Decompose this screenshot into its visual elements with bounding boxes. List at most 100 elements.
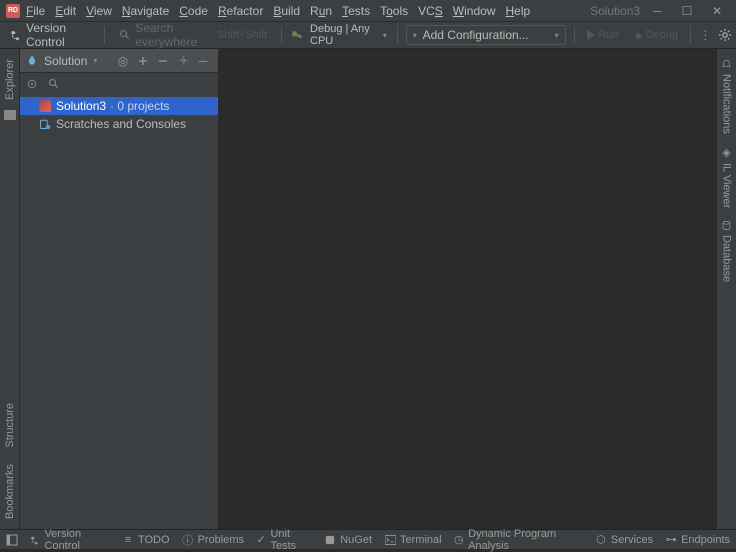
status-version-control[interactable]: Version Control xyxy=(30,528,110,552)
debug-button[interactable]: Debug xyxy=(629,29,682,41)
bookmarks-tab[interactable]: Bookmarks xyxy=(4,464,16,519)
status-problems[interactable]: ⓘ Problems xyxy=(182,534,244,546)
status-problems-label: Problems xyxy=(198,534,244,546)
dropdown-arrow-icon: ▾ xyxy=(555,31,559,40)
status-terminal-label: Terminal xyxy=(400,534,442,546)
status-unit-tests[interactable]: ✓ Unit Tests xyxy=(256,528,312,552)
status-dpa-label: Dynamic Program Analysis xyxy=(468,528,583,552)
titlebar: RD File Edit View Navigate Code Refactor… xyxy=(0,0,736,22)
settings-icon[interactable] xyxy=(718,27,732,43)
analysis-icon: ◷ xyxy=(454,534,464,546)
search-everywhere[interactable]: Search everywhere Shift+Shift xyxy=(113,21,273,49)
menu-window[interactable]: Window xyxy=(453,4,496,18)
scratches-icon xyxy=(38,117,52,131)
chevron-down-icon: ▾ xyxy=(413,31,417,40)
database-icon xyxy=(721,220,732,231)
explorer-tab[interactable]: Explorer xyxy=(4,59,16,100)
minimize-button[interactable]: ─ xyxy=(650,4,664,18)
explorer-subtoolbar xyxy=(20,73,218,95)
folder-icon[interactable] xyxy=(4,110,16,120)
status-vc-label: Version Control xyxy=(44,528,110,552)
hide-panel-icon[interactable]: ─ xyxy=(194,52,212,70)
locate-icon[interactable]: ◎ xyxy=(114,52,132,70)
maximize-button[interactable]: ☐ xyxy=(680,4,694,18)
il-viewer-tab[interactable]: ◈ IL Viewer xyxy=(720,146,733,208)
status-services-label: Services xyxy=(611,534,653,546)
menu-run[interactable]: Run xyxy=(310,4,332,18)
search-icon xyxy=(119,29,131,41)
database-label: Database xyxy=(721,235,733,282)
more-icon[interactable]: ⋮ xyxy=(699,27,712,43)
explorer-panel: Solution ▾ ◎ ─ xyxy=(20,49,219,529)
menu-tests[interactable]: Tests xyxy=(342,4,370,18)
main-area: Explorer Structure Bookmarks Solution ▾ … xyxy=(0,49,736,529)
terminal-icon xyxy=(384,534,396,546)
run-config-label: Add Configuration... xyxy=(423,28,529,42)
il-viewer-label: IL Viewer xyxy=(721,163,733,208)
close-button[interactable]: ✕ xyxy=(710,4,724,18)
status-endpoints[interactable]: ⊶ Endpoints xyxy=(665,534,730,546)
solution-tree: Solution3 · 0 projects Scratches and Con… xyxy=(20,95,218,529)
status-services[interactable]: ⬡ Services xyxy=(595,534,653,546)
version-control-button[interactable]: Version Control xyxy=(4,21,96,49)
info-icon: ⓘ xyxy=(182,534,194,546)
run-button[interactable]: Run xyxy=(582,29,622,41)
bug-icon xyxy=(633,30,644,41)
collapse-all-icon[interactable] xyxy=(154,52,172,70)
menu-edit[interactable]: Edit xyxy=(55,4,76,18)
branch-icon xyxy=(10,29,22,41)
bell-icon xyxy=(721,59,732,70)
status-nuget[interactable]: NuGet xyxy=(324,534,372,546)
build-icon[interactable] xyxy=(288,25,307,45)
search-placeholder: Search everywhere xyxy=(135,21,213,49)
solution-node[interactable]: Solution3 · 0 projects xyxy=(20,97,218,115)
left-tool-rail: Explorer Structure Bookmarks xyxy=(0,49,20,529)
editor-area xyxy=(219,49,716,529)
solution-project-count: · 0 projects xyxy=(110,99,169,113)
menu-build[interactable]: Build xyxy=(273,4,300,18)
run-config-selector[interactable]: ▾ Add Configuration... ▾ xyxy=(406,25,566,45)
menu-navigate[interactable]: Navigate xyxy=(122,4,169,18)
status-endpoints-label: Endpoints xyxy=(681,534,730,546)
explorer-header: Solution ▾ ◎ ─ xyxy=(20,49,218,73)
status-dpa[interactable]: ◷ Dynamic Program Analysis xyxy=(454,528,583,552)
menu-view[interactable]: View xyxy=(86,4,112,18)
separator xyxy=(574,26,575,44)
solution-file-icon xyxy=(38,99,52,113)
status-todo-label: TODO xyxy=(138,534,170,546)
separator xyxy=(281,26,282,44)
il-icon: ◈ xyxy=(720,146,733,159)
status-todo[interactable]: ≡ TODO xyxy=(122,534,170,546)
solution-config-selector[interactable]: Debug | Any CPU ▾ xyxy=(310,23,389,47)
menu-vcs[interactable]: VCS xyxy=(418,4,443,18)
branch-icon xyxy=(30,534,40,546)
main-toolbar: Version Control Search everywhere Shift+… xyxy=(0,22,736,49)
menu-refactor[interactable]: Refactor xyxy=(218,4,263,18)
database-tab[interactable]: Database xyxy=(721,220,733,282)
chevron-down-icon: ▾ xyxy=(93,56,97,65)
chevron-down-icon: ▾ xyxy=(383,31,387,40)
sync-icon[interactable] xyxy=(26,78,38,90)
status-terminal[interactable]: Terminal xyxy=(384,534,442,546)
notifications-tab[interactable]: Notifications xyxy=(721,59,733,134)
app-icon: RD xyxy=(6,4,20,18)
separator xyxy=(104,26,105,44)
main-menu: File Edit View Navigate Code Refactor Bu… xyxy=(26,4,530,18)
solution-config-label: Debug | Any CPU xyxy=(310,23,379,47)
play-icon xyxy=(586,30,596,40)
test-icon: ✓ xyxy=(256,534,266,546)
explorer-title[interactable]: Solution ▾ xyxy=(44,54,99,68)
explorer-title-text: Solution xyxy=(44,54,87,68)
toolwindow-toggle-icon[interactable] xyxy=(6,534,18,546)
panel-settings-icon[interactable] xyxy=(174,52,192,70)
scratches-label: Scratches and Consoles xyxy=(56,117,186,131)
scratches-node[interactable]: Scratches and Consoles xyxy=(20,115,218,133)
search-icon[interactable] xyxy=(48,78,60,90)
menu-code[interactable]: Code xyxy=(179,4,208,18)
expand-all-icon[interactable] xyxy=(134,52,152,70)
menu-help[interactable]: Help xyxy=(505,4,530,18)
structure-tab[interactable]: Structure xyxy=(4,403,16,448)
menu-file[interactable]: File xyxy=(26,4,45,18)
menu-tools[interactable]: Tools xyxy=(380,4,408,18)
separator xyxy=(690,26,691,44)
